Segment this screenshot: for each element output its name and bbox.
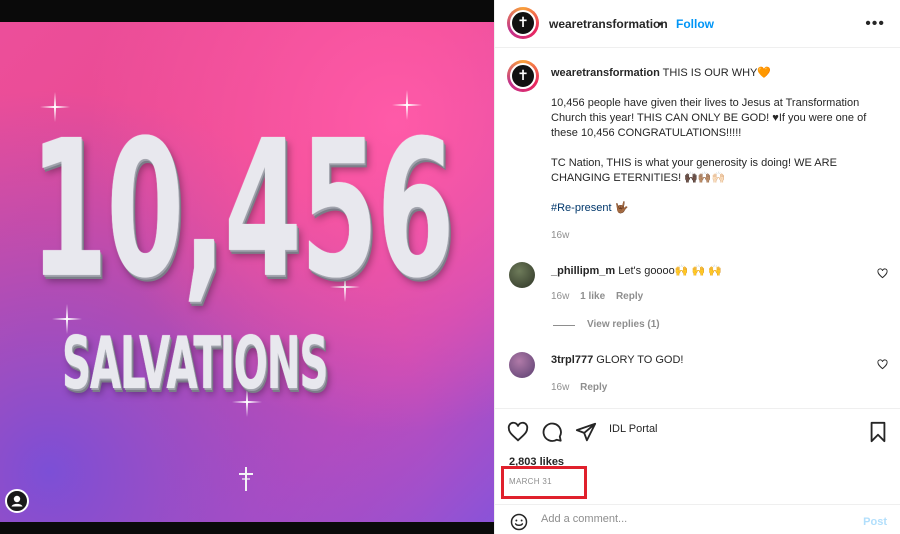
post-media[interactable]: 10,456 SALVATIONS bbox=[0, 0, 494, 534]
bookmark-icon[interactable] bbox=[867, 421, 889, 443]
user-icon bbox=[11, 495, 23, 507]
avatar[interactable] bbox=[509, 262, 535, 288]
caption-paragraph-1: 10,456 people have given their lives to … bbox=[551, 97, 867, 139]
cross-icon bbox=[239, 467, 253, 491]
avatar[interactable] bbox=[509, 352, 535, 378]
comment-2: 3trpl777 GLORY TO GOD! bbox=[551, 354, 683, 366]
comment-1: _phillipm_m Let's goooo🙌 🙌 🙌 bbox=[551, 264, 722, 277]
emoji-smile-icon[interactable] bbox=[510, 513, 528, 531]
caption-timestamp[interactable]: 16w bbox=[551, 230, 569, 241]
comment-2-meta: 16w Reply bbox=[551, 382, 607, 393]
share-icon[interactable] bbox=[575, 421, 597, 443]
like-heart-icon[interactable] bbox=[507, 421, 529, 443]
add-comment-bar: Post bbox=[495, 504, 900, 534]
portal-label[interactable]: IDL Portal bbox=[609, 423, 658, 435]
comment-text: Let's goooo🙌 🙌 🙌 bbox=[618, 265, 722, 277]
instagram-post-window: 10,456 SALVATIONS ✝ wearetransformation … bbox=[0, 0, 900, 534]
comment-1-meta: 16w 1 like Reply bbox=[551, 291, 643, 302]
comment-timestamp[interactable]: 16w bbox=[551, 291, 569, 302]
comment-text: GLORY TO GOD! bbox=[596, 354, 684, 366]
reply-button[interactable]: Reply bbox=[580, 382, 607, 393]
image-number-text: 10,456 bbox=[30, 100, 454, 320]
cross-icon: ✝ bbox=[517, 15, 529, 31]
like-comment-heart-icon[interactable] bbox=[877, 268, 888, 279]
like-comment-heart-icon[interactable] bbox=[877, 359, 888, 370]
reply-button[interactable]: Reply bbox=[616, 291, 643, 302]
image-salvations-text: SALVATIONS bbox=[62, 321, 328, 405]
add-comment-input[interactable] bbox=[541, 513, 841, 525]
replies-divider bbox=[553, 325, 575, 326]
header-separator: • bbox=[658, 17, 663, 31]
hashtag-emoji: 🤟🏾 bbox=[614, 202, 629, 214]
caption-username[interactable]: wearetransformation bbox=[551, 67, 660, 79]
hashtag-link[interactable]: #Re-present bbox=[551, 202, 612, 214]
post-actions-bar: IDL Portal bbox=[495, 408, 900, 456]
view-replies-button[interactable]: View replies (1) bbox=[587, 319, 660, 330]
post-comment-button[interactable]: Post bbox=[863, 516, 887, 528]
comment-timestamp[interactable]: 16w bbox=[551, 382, 569, 393]
tagged-users-button[interactable] bbox=[5, 489, 29, 513]
caption-avatar[interactable]: ✝ bbox=[507, 60, 539, 92]
caption-title: THIS IS OUR WHY🧡 bbox=[662, 67, 772, 79]
media-bottom-bar bbox=[0, 522, 494, 534]
post-header: ✝ wearetransformation • Follow ••• bbox=[495, 0, 900, 48]
comment-username[interactable]: 3trpl777 bbox=[551, 354, 593, 366]
comment-username[interactable]: _phillipm_m bbox=[551, 265, 615, 277]
header-username[interactable]: wearetransformation bbox=[549, 17, 668, 31]
comment-icon[interactable] bbox=[541, 421, 563, 443]
post-caption: wearetransformation THIS IS OUR WHY🧡 10,… bbox=[551, 66, 881, 216]
follow-button[interactable]: Follow bbox=[676, 17, 714, 31]
caption-paragraph-2: TC Nation, THIS is what your generosity … bbox=[551, 157, 837, 184]
cross-icon: ✝ bbox=[517, 68, 529, 84]
more-horizontal-icon[interactable]: ••• bbox=[865, 15, 885, 33]
profile-avatar[interactable]: ✝ bbox=[507, 7, 539, 39]
highlight-box bbox=[501, 466, 587, 499]
media-top-bar bbox=[0, 0, 494, 22]
comment-likes[interactable]: 1 like bbox=[580, 291, 605, 302]
post-details-panel: ✝ wearetransformation • Follow ••• ✝ wea… bbox=[494, 0, 900, 534]
